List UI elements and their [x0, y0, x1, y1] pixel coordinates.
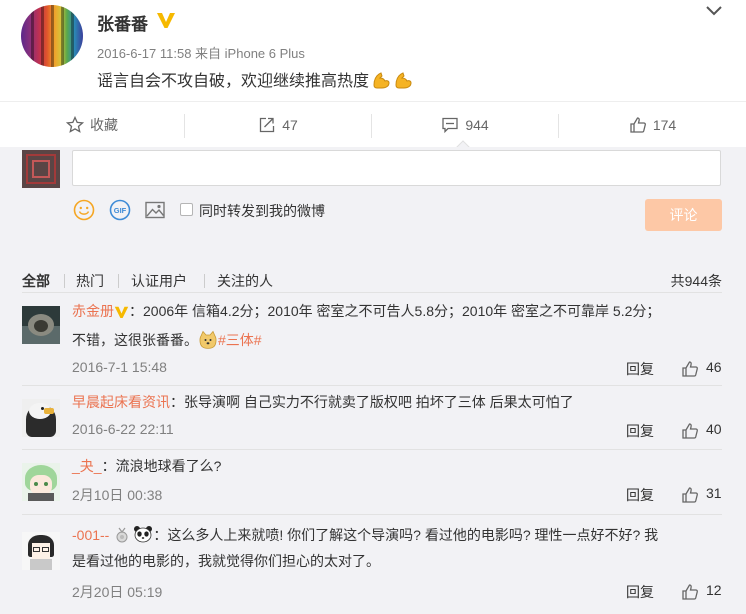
my-avatar: [22, 150, 60, 188]
comment-text-line: 是看过他的电影的，我就觉得你们担心的太对了。: [72, 553, 380, 569]
commenter-avatar[interactable]: [22, 399, 60, 437]
thumbs-up-icon[interactable]: [680, 583, 700, 601]
comment-text-line: ：2006年 信箱4.2分；2010年 密室之不可告人5.8分；2010年 密室…: [129, 303, 661, 319]
thumbs-up-icon[interactable]: [680, 360, 700, 378]
comment-divider: [22, 514, 722, 515]
gif-icon[interactable]: GIF: [109, 199, 131, 221]
repost-icon: [260, 117, 275, 133]
comment-text: 早晨起床看资讯：张导演啊 自己实力不行就卖了版权吧 拍坏了三体 后果太可怕了: [72, 390, 722, 415]
thumbs-up-icon[interactable]: [680, 486, 700, 504]
doge-emoji-icon: [199, 330, 217, 349]
verified-icon: [114, 306, 129, 318]
commenter-name[interactable]: 早晨起床看资讯: [72, 394, 170, 410]
comment-time: 2016-7-1 15:48: [72, 359, 167, 375]
comment-count: 944: [465, 117, 489, 133]
filter-divider-line: [22, 292, 722, 293]
chevron-down-icon[interactable]: [704, 4, 724, 18]
emoji-icon[interactable]: [73, 199, 95, 221]
commenter-avatar[interactable]: [22, 463, 60, 501]
reply-button[interactable]: 回复: [626, 485, 654, 505]
author-name[interactable]: 张番番: [97, 10, 148, 35]
favorite-button[interactable]: 收藏: [0, 102, 184, 148]
filter-tab-hot[interactable]: 热门: [76, 271, 104, 291]
repost-checkbox-label: 同时转发到我的微博: [199, 203, 325, 219]
filter-tab-all[interactable]: 全部: [22, 271, 50, 291]
commenter-name[interactable]: _夬_: [72, 458, 102, 474]
post-action-bar: 收藏 47 944 174: [0, 101, 746, 147]
comment-input[interactable]: [72, 150, 721, 186]
weibo-post: 张番番 2016-6-17 11:58 来自 iPhone 6 Plus 谣言自…: [0, 0, 746, 101]
comment-like-count: 46: [706, 359, 722, 375]
repost-button[interactable]: 47: [185, 102, 371, 148]
post-text-content: 谣言自会不攻自破，欢迎继续推高热度: [97, 73, 370, 90]
comment-text-line: ：流浪地球看了么?: [101, 458, 222, 474]
thumbs-up-icon[interactable]: [680, 422, 700, 440]
comment-divider: [22, 385, 722, 386]
comment-text: _夬_：流浪地球看了么?: [72, 454, 722, 479]
post-text: 谣言自会不攻自破，欢迎继续推高热度: [97, 67, 413, 91]
comment-text: -001-- ：这么多人上来就喷! 你们了解这个导演吗? 看过他的电影吗? 理性…: [72, 523, 722, 574]
like-count: 174: [652, 117, 677, 133]
star-icon: [66, 116, 84, 133]
comment-divider: [22, 449, 722, 450]
favorite-label: 收藏: [90, 117, 118, 133]
repost-checkbox[interactable]: [180, 203, 193, 216]
flexed-biceps-icon: [373, 72, 390, 89]
filter-tab-following[interactable]: 关注的人: [217, 271, 273, 291]
filter-divider: [204, 274, 205, 288]
commenter-avatar[interactable]: [22, 532, 60, 570]
comment-text: 赤金册 ：2006年 信箱4.2分；2010年 密室之不可告人5.8分；2010年…: [72, 299, 722, 353]
comment-like-count: 40: [706, 421, 722, 437]
submit-comment-button[interactable]: 评论: [645, 199, 722, 231]
comment-filter-bar: 全部 热门 认证用户 关注的人 共944条: [22, 271, 722, 293]
comment-text-line: ：这么多人上来就喷! 你们了解这个导演吗? 看过他的电影吗? 理性一点好不好? …: [153, 527, 659, 543]
reply-button[interactable]: 回复: [626, 421, 654, 441]
comment-icon: [442, 117, 458, 134]
verified-icon: [157, 13, 175, 28]
flexed-biceps-icon: [395, 72, 412, 89]
commenter-name[interactable]: 赤金册: [72, 303, 114, 319]
filter-divider: [118, 274, 119, 288]
author-avatar[interactable]: [21, 5, 83, 67]
comment-text-line: 不错，这很张番番。: [72, 332, 198, 348]
medal-icon: [116, 527, 128, 543]
reply-button[interactable]: 回复: [626, 582, 654, 602]
thumbs-up-icon: [630, 117, 646, 133]
commenter-name[interactable]: -001--: [72, 527, 109, 543]
like-button[interactable]: 174: [559, 102, 746, 148]
comment-like-count: 12: [706, 582, 722, 598]
comment-time: 2016-6-22 22:11: [72, 421, 174, 437]
comment-time: 2月10日 00:38: [72, 487, 163, 503]
comment-panel: GIF 同时转发到我的微博 评论 全部 热门 认证用户 关注的人 共944条 赤…: [0, 147, 746, 614]
hashtag-link[interactable]: #三体#: [218, 332, 262, 348]
reply-button[interactable]: 回复: [626, 359, 654, 379]
filter-divider: [64, 274, 65, 288]
post-meta: 2016-6-17 11:58 来自 iPhone 6 Plus: [97, 46, 305, 61]
filter-tab-verified[interactable]: 认证用户: [131, 271, 187, 291]
image-icon[interactable]: [144, 199, 166, 221]
repost-count: 47: [282, 117, 298, 133]
comment-total: 共944条: [670, 273, 722, 289]
comment-time: 2月20日 05:19: [72, 584, 163, 600]
panda-emoji-icon: [134, 526, 153, 543]
svg-text:GIF: GIF: [114, 206, 127, 215]
comment-like-count: 31: [706, 485, 722, 501]
commenter-avatar[interactable]: [22, 306, 60, 344]
comment-text-line: ：张导演啊 自己实力不行就卖了版权吧 拍坏了三体 后果太可怕了: [170, 394, 574, 410]
